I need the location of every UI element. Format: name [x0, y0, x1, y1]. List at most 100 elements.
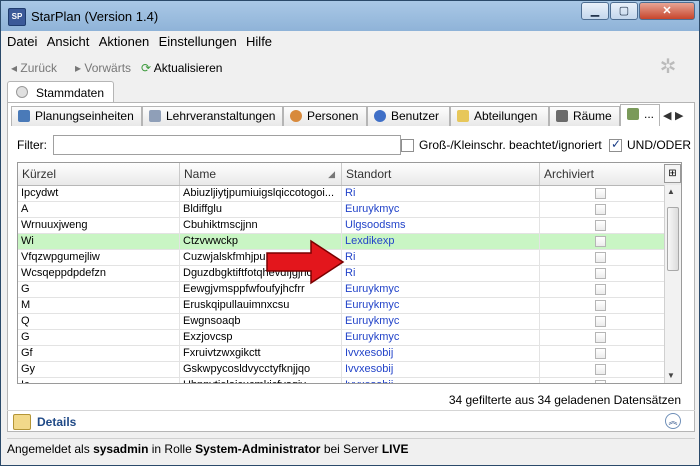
tab-raeume[interactable]: Räume — [549, 106, 620, 126]
column-chooser-icon[interactable]: ⊞ — [664, 164, 681, 183]
table-row[interactable]: Q Ewgnsoaqb Euruykmyc — [18, 314, 664, 330]
table-row[interactable]: Wrnuuxjweng Cbuhiktmscjjnn Ulgsoodsms — [18, 218, 664, 234]
tab-scroll-right-icon[interactable]: ▶ — [675, 109, 683, 122]
standort-cell: Ivvxesobij — [342, 346, 540, 362]
name-cell: Cbuhiktmscjjnn — [180, 218, 342, 234]
status-role: System-Administrator — [195, 442, 321, 456]
archiviert-checkbox[interactable] — [595, 236, 606, 247]
data-table: Kürzel Name ◢ Standort Archiviert ⊞ Ipcyd… — [17, 162, 682, 384]
archiviert-checkbox[interactable] — [595, 348, 606, 359]
filter-label: Filter: — [17, 138, 47, 152]
archiviert-checkbox[interactable] — [595, 252, 606, 263]
refresh-icon: ⟳ — [141, 61, 152, 75]
kuerzel-cell: Vfqzwpgumejliw — [18, 250, 180, 266]
name-cell: Bldiffglu — [180, 202, 342, 218]
menu-ansicht[interactable]: Ansicht — [47, 34, 90, 49]
name-cell: Hbnnvtielaicucmkicfyogiy — [180, 378, 342, 383]
archiviert-checkbox[interactable] — [595, 204, 606, 215]
tab-personen[interactable]: Personen — [283, 106, 367, 126]
user-icon — [374, 110, 386, 122]
loading-spinner-icon: ✲ — [659, 56, 677, 78]
refresh-button[interactable]: ⟳ Aktualisieren — [141, 61, 222, 75]
archiviert-checkbox[interactable] — [595, 332, 606, 343]
name-cell: Abiuzljiytjpumiuigslqiccotogoi... — [180, 186, 342, 202]
tab-planungseinheiten[interactable]: Planungseinheiten — [11, 106, 142, 126]
menu-datei[interactable]: Datei — [7, 34, 37, 49]
standort-cell: Ri — [342, 186, 540, 202]
archiviert-checkbox[interactable] — [595, 300, 606, 311]
kuerzel-cell: Wi — [18, 234, 180, 250]
menu-bar: Datei Ansicht Aktionen Einstellungen Hil… — [7, 34, 278, 54]
forward-button[interactable]: ▸ Vorwärts — [75, 61, 131, 75]
standort-cell: Ulgsoodsms — [342, 218, 540, 234]
menu-hilfe[interactable]: Hilfe — [246, 34, 272, 49]
back-button[interactable]: ◂ Zurück — [11, 61, 57, 75]
filter-row: Filter: Groß-/Kleinschr. beachtet/ignori… — [17, 135, 691, 157]
archiviert-checkbox[interactable] — [595, 268, 606, 279]
column-header-name[interactable]: Name ◢ — [180, 163, 342, 185]
case-sensitive-checkbox[interactable] — [401, 139, 414, 152]
filter-input[interactable] — [53, 135, 401, 155]
kuerzel-cell: G — [18, 282, 180, 298]
archiviert-checkbox[interactable] — [595, 316, 606, 327]
tab-lehrveranstaltungen[interactable]: Lehrveranstaltungen — [142, 106, 283, 126]
column-header-kuerzel[interactable]: Kürzel — [18, 163, 180, 185]
archiviert-checkbox[interactable] — [595, 284, 606, 295]
tab-benutzer[interactable]: Benutzer — [367, 106, 450, 126]
archiviert-checkbox[interactable] — [595, 364, 606, 375]
name-cell: Eruskqipullauimnxcsu — [180, 298, 342, 314]
folder-icon — [457, 110, 469, 122]
red-arrow-annotation-icon — [266, 239, 345, 285]
subtab-bar: Planungseinheiten Lehrveranstaltungen Pe… — [11, 104, 691, 126]
table-row[interactable]: Gy Gskwpycosldvycctyfknjjqo Ivvxesobij — [18, 362, 664, 378]
table-row[interactable]: M Eruskqipullauimnxcsu Euruykmyc — [18, 298, 664, 314]
table-row[interactable]: G Exzjovcsp Euruykmyc — [18, 330, 664, 346]
details-bar[interactable]: Details ︽ — [7, 410, 695, 433]
details-icon — [13, 414, 31, 430]
expand-up-icon[interactable]: ︽ — [665, 413, 681, 429]
tab-label: Personen — [307, 109, 359, 123]
archiviert-checkbox[interactable] — [595, 380, 606, 383]
tab-abteilungen[interactable]: Abteilungen — [450, 106, 549, 126]
menu-aktionen[interactable]: Aktionen — [99, 34, 150, 49]
kuerzel-cell: Q — [18, 314, 180, 330]
record-count: 34 gefilterte aus 34 geladenen Datensätz… — [448, 393, 681, 407]
table-row[interactable]: Ipcydwt Abiuzljiytjpumiuigslqiccotogoi...… — [18, 186, 664, 202]
minimize-button[interactable]: ▁ — [581, 2, 609, 20]
tab-stammdaten[interactable]: Stammdaten — [7, 81, 114, 102]
kuerzel-cell: Wcsqeppdpdefzn — [18, 266, 180, 282]
tab-label: ... — [644, 107, 655, 121]
tab-stammdaten-label: Stammdaten — [36, 86, 105, 100]
scrollbar-thumb[interactable] — [667, 207, 679, 271]
vertical-scrollbar[interactable]: ▲ ▼ — [664, 185, 681, 383]
tab-label: Abteilungen — [474, 109, 538, 123]
table-row[interactable]: IcHbnnvtielaicucmkicfyogiyIvvxesobij — [18, 378, 664, 383]
and-or-checkbox[interactable] — [609, 137, 622, 152]
case-sensitive-label: Groß-/Kleinschr. beachtet/ignoriert — [419, 138, 602, 152]
menu-einstellungen[interactable]: Einstellungen — [159, 34, 237, 49]
table-row[interactable]: A Bldiffglu Euruykmyc — [18, 202, 664, 218]
archiviert-checkbox[interactable] — [595, 220, 606, 231]
scroll-down-icon[interactable]: ▼ — [667, 371, 675, 380]
name-cell: Exzjovcsp — [180, 330, 342, 346]
standort-cell: Ri — [342, 266, 540, 282]
status-user: sysadmin — [93, 442, 149, 456]
tab-label: Lehrveranstaltungen — [166, 109, 276, 123]
name-cell: Gskwpycosldvycctyfknjjqo — [180, 362, 342, 378]
details-label: Details — [37, 415, 77, 429]
status-mid2: bei Server — [320, 442, 382, 456]
scroll-up-icon[interactable]: ▲ — [667, 187, 675, 196]
window-title: StarPlan (Version 1.4) — [31, 9, 159, 24]
archiviert-checkbox[interactable] — [595, 188, 606, 199]
kuerzel-cell: Gf — [18, 346, 180, 362]
column-header-archiviert[interactable]: Archiviert — [540, 163, 664, 185]
kuerzel-cell: M — [18, 298, 180, 314]
tab-standorte[interactable]: ... — [620, 104, 660, 126]
table-row[interactable]: Gf Fxruivtzwxgikctt Ivvxesobij — [18, 346, 664, 362]
tab-scroll-left-icon[interactable]: ◀ — [663, 109, 671, 122]
maximize-button[interactable]: ▢ — [610, 2, 638, 20]
tab-label: Räume — [573, 109, 612, 123]
status-server: LIVE — [381, 442, 409, 456]
column-header-standort[interactable]: Standort — [342, 163, 540, 185]
close-button[interactable]: ✕ — [639, 2, 695, 20]
